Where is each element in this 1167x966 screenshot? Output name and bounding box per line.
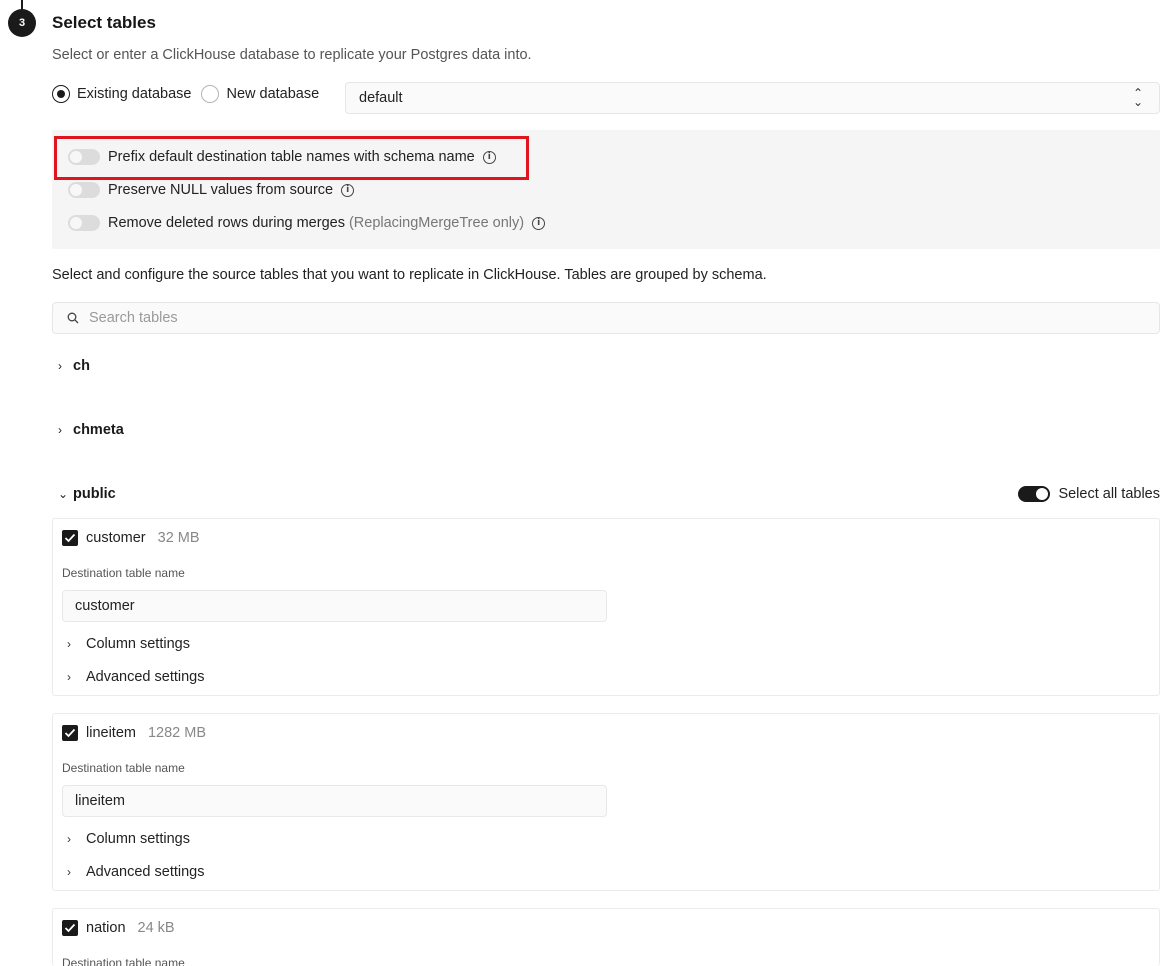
select-all-toggle[interactable] bbox=[1018, 486, 1051, 502]
table-name-row: nation 24 kB bbox=[86, 920, 175, 936]
chevron-right-icon: › bbox=[67, 832, 71, 846]
remove-deleted-note: (ReplacingMergeTree only) bbox=[348, 215, 525, 231]
database-select-value: default bbox=[359, 90, 403, 106]
check-icon bbox=[64, 728, 76, 738]
schema-name: chmeta bbox=[73, 422, 124, 438]
table-card-customer: customer 32 MB Destination table name › C… bbox=[52, 518, 1160, 696]
table-name: lineitem bbox=[86, 725, 136, 741]
chevron-right-icon: › bbox=[67, 865, 71, 879]
highlight-box bbox=[54, 136, 529, 180]
schema-group-public[interactable]: ⌄ public bbox=[58, 486, 116, 502]
destination-label: Destination table name bbox=[62, 956, 185, 966]
chevron-right-icon: › bbox=[67, 637, 71, 651]
table-name: customer bbox=[86, 530, 146, 546]
remove-deleted-setting: Remove deleted rows during merges (Repla… bbox=[68, 213, 546, 233]
table-checkbox[interactable] bbox=[62, 530, 78, 546]
check-icon bbox=[64, 923, 76, 933]
section-subtitle: Select or enter a ClickHouse database to… bbox=[52, 47, 532, 63]
new-database-label[interactable]: New database bbox=[226, 86, 319, 102]
info-icon[interactable]: i bbox=[341, 183, 355, 197]
search-icon bbox=[67, 312, 79, 324]
destination-label: Destination table name bbox=[62, 566, 185, 580]
database-mode-radio-group: Existing database New database bbox=[52, 83, 329, 105]
destination-label: Destination table name bbox=[62, 761, 185, 775]
column-settings-toggle[interactable]: › Column settings bbox=[67, 831, 190, 847]
preserve-null-setting: Preserve NULL values from source i bbox=[68, 180, 355, 200]
advanced-settings-toggle[interactable]: › Advanced settings bbox=[67, 669, 205, 685]
table-checkbox[interactable] bbox=[62, 920, 78, 936]
column-settings-label: Column settings bbox=[86, 636, 190, 652]
column-settings-toggle[interactable]: › Column settings bbox=[67, 636, 190, 652]
schema-name: ch bbox=[73, 358, 90, 374]
schema-group-ch[interactable]: › ch bbox=[58, 358, 90, 374]
table-size: 24 kB bbox=[137, 920, 175, 936]
search-bar[interactable] bbox=[52, 302, 1160, 334]
step-number-badge: 3 bbox=[8, 9, 36, 37]
chevron-right-icon: › bbox=[58, 423, 62, 437]
existing-database-radio[interactable] bbox=[52, 85, 70, 103]
table-size: 1282 MB bbox=[147, 725, 207, 741]
new-database-radio[interactable] bbox=[201, 85, 220, 103]
table-name-row: customer 32 MB bbox=[86, 530, 200, 546]
chevron-down-icon: ⌄ bbox=[58, 487, 69, 501]
info-icon[interactable]: i bbox=[532, 216, 546, 230]
schema-group-chmeta[interactable]: › chmeta bbox=[58, 422, 124, 438]
remove-deleted-label: Remove deleted rows during merges bbox=[108, 215, 345, 231]
column-settings-label: Column settings bbox=[86, 831, 190, 847]
table-checkbox[interactable] bbox=[62, 725, 78, 741]
advanced-settings-toggle[interactable]: › Advanced settings bbox=[67, 864, 205, 880]
preserve-null-label: Preserve NULL values from source bbox=[108, 182, 334, 198]
search-input[interactable] bbox=[89, 310, 989, 326]
existing-database-label[interactable]: Existing database bbox=[77, 86, 191, 102]
schema-name: public bbox=[73, 486, 116, 502]
remove-deleted-toggle[interactable] bbox=[68, 215, 100, 231]
destination-table-input[interactable] bbox=[62, 590, 607, 622]
destination-table-input[interactable] bbox=[62, 785, 607, 817]
table-card-nation: nation 24 kB Destination table name bbox=[52, 908, 1160, 966]
tables-description: Select and configure the source tables t… bbox=[52, 267, 767, 283]
check-icon bbox=[64, 533, 76, 543]
advanced-settings-label: Advanced settings bbox=[86, 864, 205, 880]
section-title: Select tables bbox=[52, 13, 156, 32]
table-card-lineitem: lineitem 1282 MB Destination table name ›… bbox=[52, 713, 1160, 891]
table-size: 32 MB bbox=[157, 530, 200, 546]
database-select[interactable]: default ⌃ ⌄ bbox=[345, 82, 1160, 114]
chevron-right-icon: › bbox=[67, 670, 71, 684]
select-all-label: Select all tables bbox=[1058, 486, 1160, 502]
chevron-right-icon: › bbox=[58, 359, 62, 373]
chevron-up-down-icon: ⌃ ⌄ bbox=[1132, 86, 1143, 109]
table-name: nation bbox=[86, 920, 126, 936]
preserve-null-toggle[interactable] bbox=[68, 182, 100, 198]
advanced-settings-label: Advanced settings bbox=[86, 669, 205, 685]
select-all-tables: Select all tables bbox=[1018, 486, 1160, 502]
table-name-row: lineitem 1282 MB bbox=[86, 725, 206, 741]
